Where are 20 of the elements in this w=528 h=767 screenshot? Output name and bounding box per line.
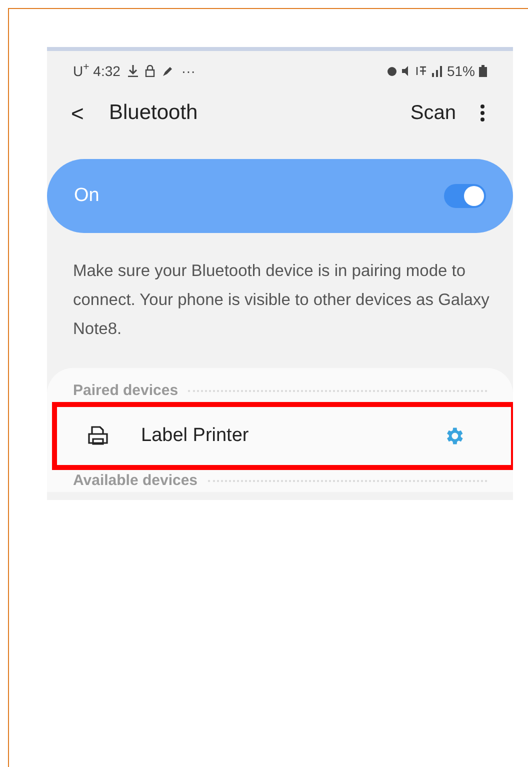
toggle-label: On [74, 184, 100, 208]
toggle-switch[interactable] [444, 184, 486, 208]
printer-icon [87, 425, 109, 447]
battery-percent: 51% [446, 62, 475, 80]
signal-icon [430, 65, 443, 77]
section-header: Available devices [73, 470, 198, 491]
screen-title: Bluetooth [109, 100, 199, 126]
description-text: Make sure your Bluetooth device is in pairing mode to connect. Your phone is visible to other devices as Galaxy Note8. [73, 261, 490, 340]
more-options-icon[interactable] [480, 104, 485, 122]
download-icon [128, 65, 138, 77]
more-notifications: ··· [181, 62, 196, 80]
device-row[interactable]: Label Printer [52, 402, 513, 470]
pen-icon [162, 66, 174, 76]
back-button[interactable]: < [71, 96, 95, 130]
lock-icon [145, 65, 156, 77]
section-header: Paired devices [73, 380, 178, 401]
device-name: Label Printer [141, 424, 250, 448]
scan-button[interactable]: Scan [410, 98, 456, 128]
battery-icon [479, 65, 487, 77]
status-time: U$^{+}$ 4:32 [73, 60, 120, 80]
